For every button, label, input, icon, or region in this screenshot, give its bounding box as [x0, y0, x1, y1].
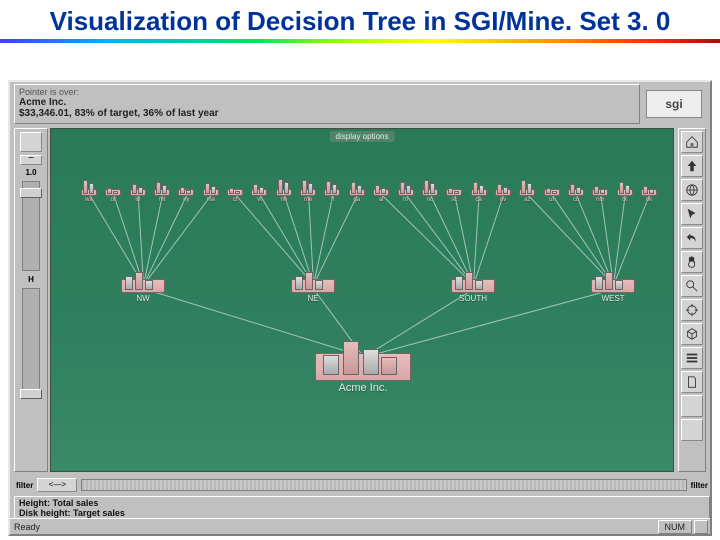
slide-title: Visualization of Decision Tree in SGI/Mi… [0, 0, 720, 39]
leaf-node[interactable]: ut [544, 189, 560, 196]
leaf-label: me [304, 197, 312, 203]
leaf-node[interactable]: nm [592, 189, 608, 196]
leaf-label: sc [451, 197, 457, 203]
mid-label: NW [136, 294, 149, 303]
root-node[interactable]: Acme Inc. [315, 353, 411, 381]
leaf-label: ga [353, 197, 360, 203]
leaf-node[interactable]: wa [81, 189, 97, 196]
root-label: Acme Inc. [339, 382, 388, 394]
doc-icon[interactable] [681, 371, 703, 393]
undo-icon[interactable] [681, 227, 703, 249]
leaf-label: ca [475, 197, 481, 203]
mid-label: NE [307, 294, 318, 303]
leaf-node[interactable]: vt [251, 189, 267, 196]
leaf-label: al [379, 197, 384, 203]
leaf-label: az [524, 197, 530, 203]
hand-icon[interactable] [681, 251, 703, 273]
status-blank [694, 520, 708, 534]
leaf-node[interactable]: me [300, 189, 316, 196]
h-scrollbar[interactable] [81, 479, 686, 491]
leaf-node[interactable]: ct [227, 189, 243, 196]
leaf-node[interactable]: ga [349, 189, 365, 196]
leaf-node[interactable]: ny [178, 189, 194, 196]
leaf-node[interactable]: or [105, 189, 121, 196]
leaf-node[interactable]: co [568, 189, 584, 196]
leaf-label: ma [207, 197, 215, 203]
left-controls: − 1.0 H [14, 128, 48, 472]
leaf-label: or [111, 197, 116, 203]
leaf-node[interactable]: fl [324, 189, 340, 196]
slider-value: 1.0 [15, 168, 47, 177]
leaf-node[interactable]: ok [641, 189, 657, 196]
sgi-logo: sgi [646, 90, 702, 118]
leaf-node[interactable]: tx [617, 189, 633, 196]
home-icon[interactable] [681, 131, 703, 153]
scene-tab[interactable]: display options [330, 131, 395, 142]
leaf-node[interactable]: id [130, 189, 146, 196]
leaf-node[interactable]: ma [203, 189, 219, 196]
divider-rainbow [0, 39, 720, 43]
leaf-label: vt [257, 197, 262, 203]
leaf-node[interactable]: sc [446, 189, 462, 196]
minus-icon[interactable]: − [20, 155, 42, 165]
leaf-label: nv [500, 197, 506, 203]
leaf-node[interactable]: nh [276, 189, 292, 196]
filter-left-label: filter [16, 481, 33, 490]
crosshair-icon[interactable] [681, 299, 703, 321]
leaf-label: wa [85, 197, 93, 203]
leaf-label: fl [331, 197, 334, 203]
mid-label: SOUTH [459, 294, 487, 303]
leaf-node[interactable]: mt [154, 189, 170, 196]
leaf-label: nh [280, 197, 287, 203]
tree-viewport[interactable]: display options wa or id mt ny ma ct vt nh me fl ga… [50, 128, 674, 472]
leaf-label: ok [646, 197, 652, 203]
leaf-label: tn [403, 197, 408, 203]
mid-node[interactable]: SOUTH [451, 279, 495, 293]
arrow-up-icon[interactable] [681, 155, 703, 177]
leaf-label: nm [596, 197, 604, 203]
info-heading: Pointer is over: [19, 87, 635, 97]
pointer-icon[interactable] [681, 203, 703, 225]
arrows-box[interactable]: <—> [37, 478, 77, 492]
cube-icon[interactable] [681, 323, 703, 345]
globe-icon[interactable] [681, 179, 703, 201]
status-num: NUM [658, 520, 693, 534]
leaf-node[interactable]: nv [495, 189, 511, 196]
leaf-label: ny [183, 197, 189, 203]
info-line-1: Acme Inc. [19, 97, 635, 108]
leaf-node[interactable]: az [519, 189, 535, 196]
tool-palette [678, 128, 706, 472]
mid-node[interactable]: WEST [591, 279, 635, 293]
filter-icon[interactable] [20, 132, 42, 152]
leaf-node[interactable]: nc [422, 189, 438, 196]
secondary-slider[interactable] [22, 288, 40, 398]
bars-icon[interactable] [681, 347, 703, 369]
info-panel: Pointer is over: Acme Inc. $33,346.01, 8… [14, 84, 640, 124]
mid-label: WEST [601, 294, 624, 303]
blank-icon[interactable] [681, 395, 703, 417]
status-bar: Ready NUM [10, 518, 710, 534]
leaf-label: ut [549, 197, 554, 203]
height-slider[interactable] [22, 181, 40, 271]
leaf-node[interactable]: al [373, 189, 389, 196]
leaf-label: tx [622, 197, 627, 203]
leaf-node[interactable]: tn [398, 189, 414, 196]
blank-icon[interactable] [681, 419, 703, 441]
leaf-label: id [135, 197, 140, 203]
leaf-label: co [573, 197, 579, 203]
search-icon[interactable] [681, 275, 703, 297]
mid-node[interactable]: NW [121, 279, 165, 293]
info-line-2: $33,346.01, 83% of target, 36% of last y… [19, 108, 635, 119]
bottom-bar: filter <—> filter [14, 476, 710, 494]
leaf-label: mt [159, 197, 166, 203]
mid-node[interactable]: NE [291, 279, 335, 293]
status-left: Ready [14, 522, 40, 532]
app-window: Pointer is over: Acme Inc. $33,346.01, 8… [8, 80, 712, 536]
filter-right-label: filter [691, 481, 708, 490]
legend-row-1: Height: Total sales [19, 498, 705, 508]
slider-letter: H [15, 275, 47, 284]
leaf-label: nc [427, 197, 433, 203]
leaf-label: ct [233, 197, 238, 203]
leaf-node[interactable]: ca [471, 189, 487, 196]
